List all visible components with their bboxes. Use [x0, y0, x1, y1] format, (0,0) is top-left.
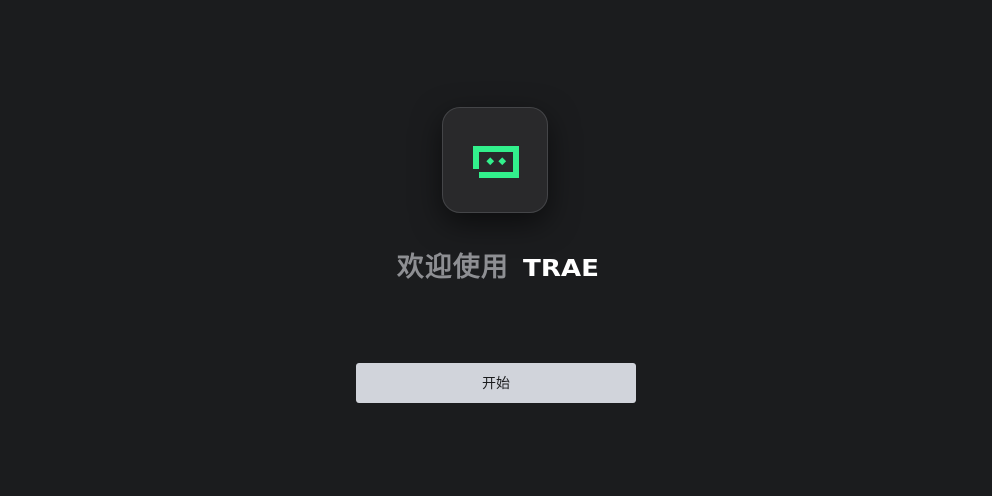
welcome-heading: 欢迎使用 TRAE	[397, 248, 599, 288]
start-button[interactable]: 开始	[356, 363, 636, 403]
brand-name: TRAE	[523, 256, 599, 280]
app-logo-tile	[442, 107, 548, 213]
welcome-greeting: 欢迎使用	[397, 252, 509, 283]
trae-wordmark-logo: TRAE	[523, 256, 599, 280]
trae-logo-icon	[473, 146, 519, 178]
